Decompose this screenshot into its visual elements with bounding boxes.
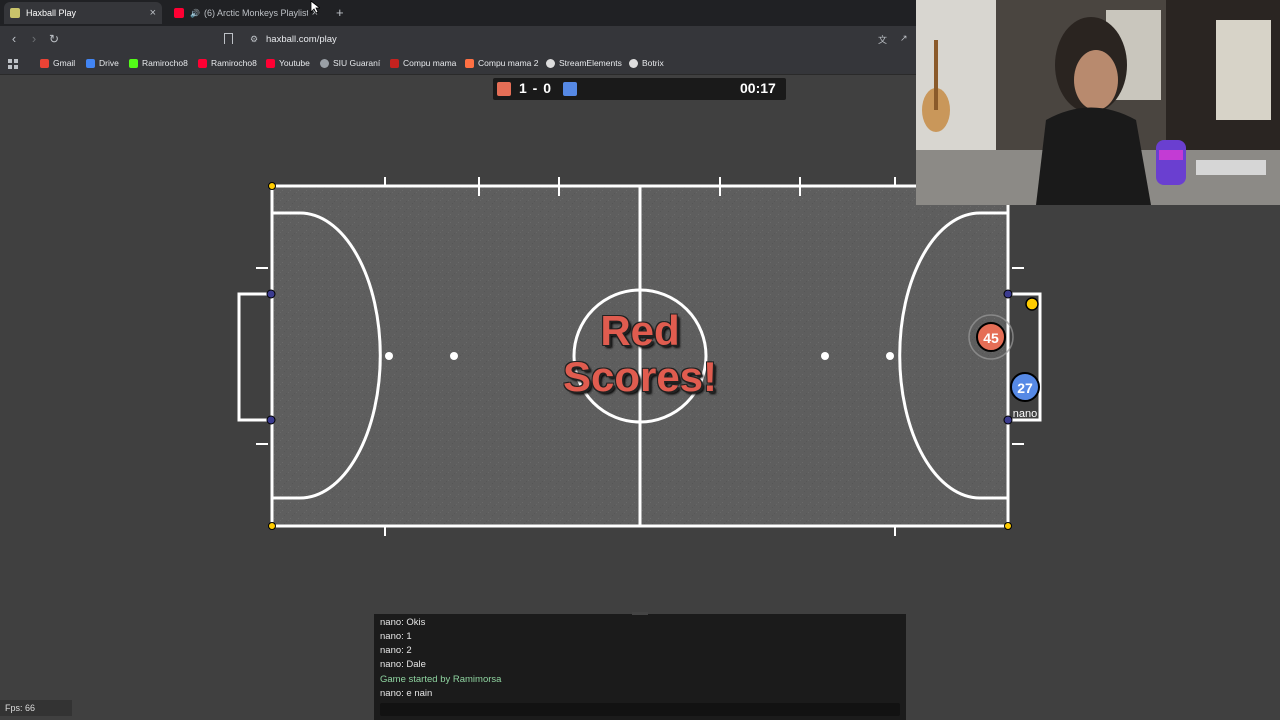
chat-message: nano: Dale: [380, 659, 426, 670]
player-blue-27: 27 nano: [1010, 372, 1040, 420]
chat-input[interactable]: [380, 703, 900, 716]
goal-announcement-line2: Scores!: [562, 353, 718, 400]
player-number: 27: [1017, 380, 1033, 396]
red-team-indicator: [497, 82, 511, 96]
game-timer: 00:17: [740, 80, 776, 96]
chat-message: nano: 2: [380, 645, 412, 656]
player-number: 45: [983, 330, 999, 346]
chat-resize-handle[interactable]: [632, 612, 648, 615]
webcam-overlay: [916, 0, 1280, 205]
ball: [1025, 297, 1039, 311]
chat-message: nano: e nain: [380, 688, 433, 699]
player-name: nano: [1013, 408, 1037, 420]
webcam-feed: [916, 0, 1280, 205]
score: 1 - 0: [519, 80, 553, 96]
chat-system-message: Game started by Ramimorsa: [380, 674, 502, 685]
chat-message: nano: Okis: [380, 617, 426, 628]
blue-team-indicator: [563, 82, 577, 96]
fps-counter: Fps: 66: [0, 700, 72, 716]
goal-announcement-line1: Red: [600, 307, 680, 354]
goal-announcement: Red Scores!: [520, 308, 760, 400]
chat-message: nano: 1: [380, 631, 412, 642]
